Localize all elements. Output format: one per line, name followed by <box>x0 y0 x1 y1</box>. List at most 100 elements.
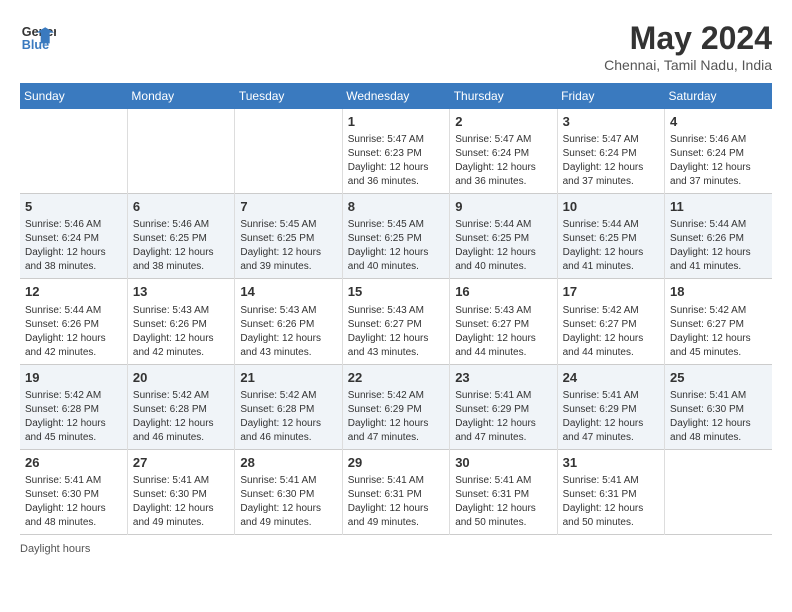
calendar-cell: 3Sunrise: 5:47 AM Sunset: 6:24 PM Daylig… <box>557 109 664 194</box>
calendar-cell: 31 Sunrise: 5:41 AM Sunset: 6:31 PM Dayli… <box>557 449 664 534</box>
calendar-cell: 10 Sunrise: 5:44 AM Sunset: 6:25 PM Dayli… <box>557 194 664 279</box>
col-header-wednesday: Wednesday <box>342 83 449 109</box>
col-header-saturday: Saturday <box>665 83 772 109</box>
day-number: 20 <box>133 369 229 387</box>
calendar-cell: 12 Sunrise: 5:44 AM Sunset: 6:26 PM Dayli… <box>20 279 127 364</box>
day-info: Sunrise: 5:45 AM Sunset: 6:25 PM Dayligh… <box>348 218 444 274</box>
calendar-cell: 20 Sunrise: 5:42 AM Sunset: 6:28 PM Dayli… <box>127 364 234 449</box>
day-number: 19 <box>25 369 122 387</box>
day-number: 22 <box>348 369 444 387</box>
week-row-5: 26 Sunrise: 5:41 AM Sunset: 6:30 PM Dayli… <box>20 449 772 534</box>
day-info: Sunrise: 5:44 AM Sunset: 6:25 PM Dayligh… <box>563 218 659 274</box>
day-number: 30 <box>455 454 551 472</box>
day-number: 9 <box>455 198 551 216</box>
week-row-1: 1 Sunrise: 5:47 AM Sunset: 6:23 PM Daylig… <box>20 109 772 194</box>
day-number: 18 <box>670 283 767 301</box>
day-number: 14 <box>240 283 336 301</box>
calendar-cell: 30 Sunrise: 5:41 AM Sunset: 6:31 PM Dayli… <box>450 449 557 534</box>
day-info: Sunrise: 5:47 AM Sunset: 6:23 PM Dayligh… <box>348 133 444 189</box>
day-number: 15 <box>348 283 444 301</box>
day-info: Sunrise: 5:42 AM Sunset: 6:29 PM Dayligh… <box>348 389 444 445</box>
day-number: 6 <box>133 198 229 216</box>
day-number: 28 <box>240 454 336 472</box>
calendar-cell: 24 Sunrise: 5:41 AM Sunset: 6:29 PM Dayli… <box>557 364 664 449</box>
calendar-cell: 19 Sunrise: 5:42 AM Sunset: 6:28 PM Dayli… <box>20 364 127 449</box>
week-row-3: 12 Sunrise: 5:44 AM Sunset: 6:26 PM Dayli… <box>20 279 772 364</box>
day-number: 29 <box>348 454 444 472</box>
day-info: Sunrise: 5:41 AM Sunset: 6:29 PM Dayligh… <box>563 389 659 445</box>
calendar-cell: 6 Sunrise: 5:46 AM Sunset: 6:25 PM Daylig… <box>127 194 234 279</box>
day-number: 27 <box>133 454 229 472</box>
day-info: Sunrise: 5:44 AM Sunset: 6:26 PM Dayligh… <box>25 304 122 360</box>
day-info: Sunrise: 5:42 AM Sunset: 6:27 PM Dayligh… <box>670 304 767 360</box>
day-number: 13 <box>133 283 229 301</box>
day-info: Sunrise: 5:42 AM Sunset: 6:27 PM Dayligh… <box>563 304 659 360</box>
calendar-cell <box>20 109 127 194</box>
day-info: Sunrise: 5:47 AM Sunset: 6:24 PM Dayligh… <box>455 133 551 189</box>
day-info: Sunrise: 5:41 AM Sunset: 6:29 PM Dayligh… <box>455 389 551 445</box>
day-number: 10 <box>563 198 659 216</box>
calendar-cell: 16 Sunrise: 5:43 AM Sunset: 6:27 PM Dayli… <box>450 279 557 364</box>
day-info: Sunrise: 5:42 AM Sunset: 6:28 PM Dayligh… <box>133 389 229 445</box>
day-number: 17 <box>563 283 659 301</box>
footer-note: Daylight hours <box>20 543 772 555</box>
day-number: 26 <box>25 454 122 472</box>
col-header-friday: Friday <box>557 83 664 109</box>
day-info: Sunrise: 5:41 AM Sunset: 6:31 PM Dayligh… <box>348 474 444 530</box>
days-header-row: SundayMondayTuesdayWednesdayThursdayFrid… <box>20 83 772 109</box>
calendar-cell <box>235 109 342 194</box>
location-subtitle: Chennai, Tamil Nadu, India <box>604 57 772 73</box>
day-info: Sunrise: 5:42 AM Sunset: 6:28 PM Dayligh… <box>25 389 122 445</box>
day-info: Sunrise: 5:43 AM Sunset: 6:27 PM Dayligh… <box>455 304 551 360</box>
day-info: Sunrise: 5:46 AM Sunset: 6:24 PM Dayligh… <box>670 133 767 189</box>
day-info: Sunrise: 5:42 AM Sunset: 6:28 PM Dayligh… <box>240 389 336 445</box>
calendar-cell: 27 Sunrise: 5:41 AM Sunset: 6:30 PM Dayli… <box>127 449 234 534</box>
col-header-monday: Monday <box>127 83 234 109</box>
calendar-cell: 25 Sunrise: 5:41 AM Sunset: 6:30 PM Dayli… <box>665 364 772 449</box>
day-number: 21 <box>240 369 336 387</box>
calendar-cell: 2 Sunrise: 5:47 AM Sunset: 6:24 PM Daylig… <box>450 109 557 194</box>
day-number: 2 <box>455 113 551 131</box>
day-number: 16 <box>455 283 551 301</box>
day-info: Sunrise: 5:46 AM Sunset: 6:25 PM Dayligh… <box>133 218 229 274</box>
col-header-tuesday: Tuesday <box>235 83 342 109</box>
calendar-cell: 21 Sunrise: 5:42 AM Sunset: 6:28 PM Dayli… <box>235 364 342 449</box>
day-info: Sunrise: 5:41 AM Sunset: 6:30 PM Dayligh… <box>670 389 767 445</box>
month-year-title: May 2024 <box>604 20 772 57</box>
calendar-cell: 1 Sunrise: 5:47 AM Sunset: 6:23 PM Daylig… <box>342 109 449 194</box>
title-area: May 2024 Chennai, Tamil Nadu, India <box>604 20 772 73</box>
calendar-cell: 28 Sunrise: 5:41 AM Sunset: 6:30 PM Dayli… <box>235 449 342 534</box>
calendar-cell: 4Sunrise: 5:46 AM Sunset: 6:24 PM Daylig… <box>665 109 772 194</box>
day-number: 24 <box>563 369 659 387</box>
week-row-2: 5Sunrise: 5:46 AM Sunset: 6:24 PM Daylig… <box>20 194 772 279</box>
calendar-cell: 9Sunrise: 5:44 AM Sunset: 6:25 PM Daylig… <box>450 194 557 279</box>
day-number: 25 <box>670 369 767 387</box>
calendar-cell: 7Sunrise: 5:45 AM Sunset: 6:25 PM Daylig… <box>235 194 342 279</box>
day-info: Sunrise: 5:41 AM Sunset: 6:31 PM Dayligh… <box>563 474 659 530</box>
calendar-cell: 5Sunrise: 5:46 AM Sunset: 6:24 PM Daylig… <box>20 194 127 279</box>
day-number: 11 <box>670 198 767 216</box>
day-number: 1 <box>348 113 444 131</box>
calendar-cell: 14Sunrise: 5:43 AM Sunset: 6:26 PM Dayli… <box>235 279 342 364</box>
calendar-cell: 13Sunrise: 5:43 AM Sunset: 6:26 PM Dayli… <box>127 279 234 364</box>
calendar-cell: 23Sunrise: 5:41 AM Sunset: 6:29 PM Dayli… <box>450 364 557 449</box>
calendar-cell: 18 Sunrise: 5:42 AM Sunset: 6:27 PM Dayli… <box>665 279 772 364</box>
logo-icon: General Blue <box>20 20 56 56</box>
day-number: 5 <box>25 198 122 216</box>
day-info: Sunrise: 5:41 AM Sunset: 6:30 PM Dayligh… <box>133 474 229 530</box>
col-header-sunday: Sunday <box>20 83 127 109</box>
calendar-cell <box>127 109 234 194</box>
day-info: Sunrise: 5:41 AM Sunset: 6:30 PM Dayligh… <box>25 474 122 530</box>
calendar-cell: 22 Sunrise: 5:42 AM Sunset: 6:29 PM Dayli… <box>342 364 449 449</box>
day-info: Sunrise: 5:43 AM Sunset: 6:27 PM Dayligh… <box>348 304 444 360</box>
day-info: Sunrise: 5:45 AM Sunset: 6:25 PM Dayligh… <box>240 218 336 274</box>
day-number: 12 <box>25 283 122 301</box>
day-number: 3 <box>563 113 659 131</box>
day-number: 31 <box>563 454 659 472</box>
calendar-cell: 17 Sunrise: 5:42 AM Sunset: 6:27 PM Dayli… <box>557 279 664 364</box>
week-row-4: 19 Sunrise: 5:42 AM Sunset: 6:28 PM Dayli… <box>20 364 772 449</box>
day-info: Sunrise: 5:41 AM Sunset: 6:31 PM Dayligh… <box>455 474 551 530</box>
calendar-cell: 26 Sunrise: 5:41 AM Sunset: 6:30 PM Dayli… <box>20 449 127 534</box>
day-number: 8 <box>348 198 444 216</box>
day-info: Sunrise: 5:41 AM Sunset: 6:30 PM Dayligh… <box>240 474 336 530</box>
